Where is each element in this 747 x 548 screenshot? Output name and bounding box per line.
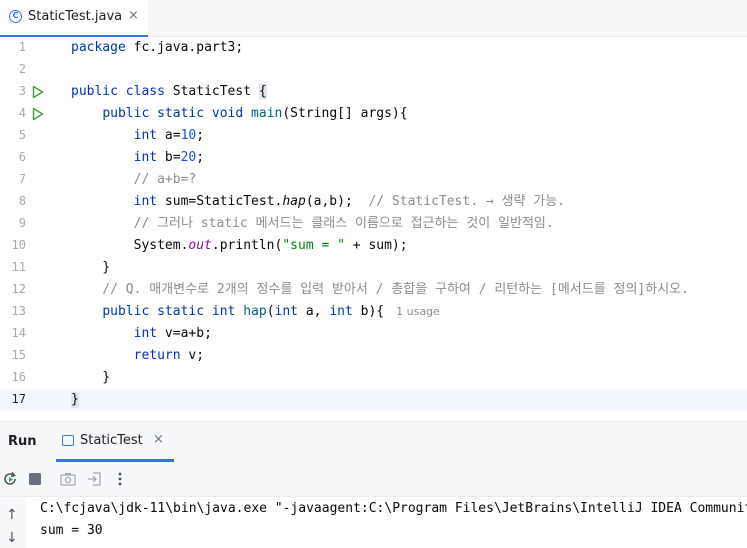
- class-icon: C: [9, 10, 22, 23]
- code-line: 6 int b=20;: [0, 147, 747, 169]
- code-line: 8 int sum=StaticTest.hap(a,b); // Static…: [0, 191, 747, 213]
- code-text: }: [71, 370, 111, 385]
- code-line: 12 // Q. 매개변수로 2개의 정수를 입력 받아서 / 총합을 구하여 …: [0, 279, 747, 301]
- line-number: 14: [11, 326, 26, 340]
- code-line: 13 public static int hap(int a, int b){1…: [0, 301, 747, 323]
- line-number: 9: [18, 216, 26, 230]
- code-line: 4 public static void main(String[] args)…: [0, 103, 747, 125]
- code-text: }: [71, 392, 79, 408]
- code-text: int v=a+b;: [133, 326, 212, 341]
- code-line: 3 public class StaticTest {: [0, 81, 747, 103]
- code-text: }: [71, 260, 111, 275]
- code-line: 9 // 그러나 static 메서드는 클래스 이름으로 접근하는 것이 일반…: [0, 213, 747, 235]
- run-toolbar: [0, 462, 747, 497]
- scroll-up-icon[interactable]: ↑: [6, 507, 18, 523]
- close-icon[interactable]: ×: [153, 432, 164, 447]
- line-number: 13: [11, 304, 26, 318]
- code-text: package fc.java.part3;: [71, 40, 244, 55]
- line-number: 12: [11, 282, 26, 296]
- code-comment: // 그러나 static 메서드는 클래스 이름으로 접근하는 것이 일반적임…: [71, 216, 554, 231]
- code-text: int b=20;: [133, 150, 205, 165]
- run-class-icon[interactable]: [32, 85, 44, 99]
- code-line: 5 int a=10;: [0, 125, 747, 147]
- run-config-tab[interactable]: StaticTest ×: [56, 422, 174, 462]
- line-number: 15: [11, 348, 26, 362]
- code-text: public static int hap(int a, int b){1 us…: [102, 304, 440, 319]
- code-text: int a=10;: [133, 128, 205, 143]
- code-text: System.out.println("sum = " + sum);: [71, 238, 408, 253]
- close-icon[interactable]: ×: [128, 8, 139, 23]
- console-line: sum = 30: [40, 523, 103, 538]
- code-comment: // Q. 매개변수로 2개의 정수를 입력 받아서 / 총합을 구하여 / 리…: [71, 282, 689, 297]
- code-line: 15 return v;: [0, 345, 747, 367]
- console-side-toolbar: ↑ ↓: [0, 497, 27, 548]
- run-panel-header: Run StaticTest ×: [0, 422, 747, 462]
- code-line: 14 int v=a+b;: [0, 323, 747, 345]
- line-number: 2: [18, 62, 26, 76]
- line-number: 8: [18, 194, 26, 208]
- line-number: 3: [18, 84, 26, 98]
- run-main-icon[interactable]: [32, 107, 44, 121]
- line-number: 17: [11, 392, 26, 406]
- run-config-tab-label: StaticTest: [80, 433, 143, 448]
- scroll-down-icon[interactable]: ↓: [6, 530, 18, 546]
- rerun-icon[interactable]: [1, 470, 19, 488]
- code-comment: // a+b=?: [71, 172, 197, 187]
- console-output[interactable]: C:\fcjava\jdk-11\bin\java.exe "-javaagen…: [26, 497, 747, 548]
- file-tab[interactable]: C StaticTest.java ×: [0, 0, 148, 37]
- console-line: C:\fcjava\jdk-11\bin\java.exe "-javaagen…: [40, 501, 747, 516]
- more-icon[interactable]: [111, 470, 129, 488]
- code-line: 7 // a+b=?: [0, 169, 747, 191]
- code-text: int sum=StaticTest.hap(a,b); // StaticTe…: [133, 194, 565, 209]
- code-line: 2: [0, 59, 747, 81]
- line-number: 6: [18, 150, 26, 164]
- editor-tab-bar: C StaticTest.java ×: [0, 0, 747, 37]
- code-text: return v;: [133, 348, 205, 363]
- screenshot-icon[interactable]: [59, 470, 77, 488]
- line-number: 11: [11, 260, 26, 274]
- code-line: 16 }: [0, 367, 747, 389]
- code-text: public class StaticTest {: [71, 84, 267, 99]
- line-number: 1: [18, 40, 26, 54]
- code-line: 11 }: [0, 257, 747, 279]
- run-panel-title: Run: [8, 434, 37, 449]
- line-number: 7: [18, 172, 26, 186]
- code-line: 1 package fc.java.part3;: [0, 37, 747, 59]
- stop-icon[interactable]: [26, 470, 44, 488]
- code-line-current: 17 }: [0, 389, 747, 411]
- file-tab-label: StaticTest.java: [28, 9, 123, 24]
- code-editor[interactable]: 1 package fc.java.part3; 2 3 public clas…: [0, 37, 747, 421]
- exit-icon[interactable]: [86, 470, 104, 488]
- console-icon: [62, 435, 74, 446]
- usage-hint[interactable]: 1 usage: [396, 305, 440, 318]
- code-text: public static void main(String[] args){: [102, 106, 408, 121]
- line-number: 10: [11, 238, 26, 252]
- code-line: 10 System.out.println("sum = " + sum);: [0, 235, 747, 257]
- line-number: 4: [18, 106, 26, 120]
- line-number: 5: [18, 128, 26, 142]
- line-number: 16: [11, 370, 26, 384]
